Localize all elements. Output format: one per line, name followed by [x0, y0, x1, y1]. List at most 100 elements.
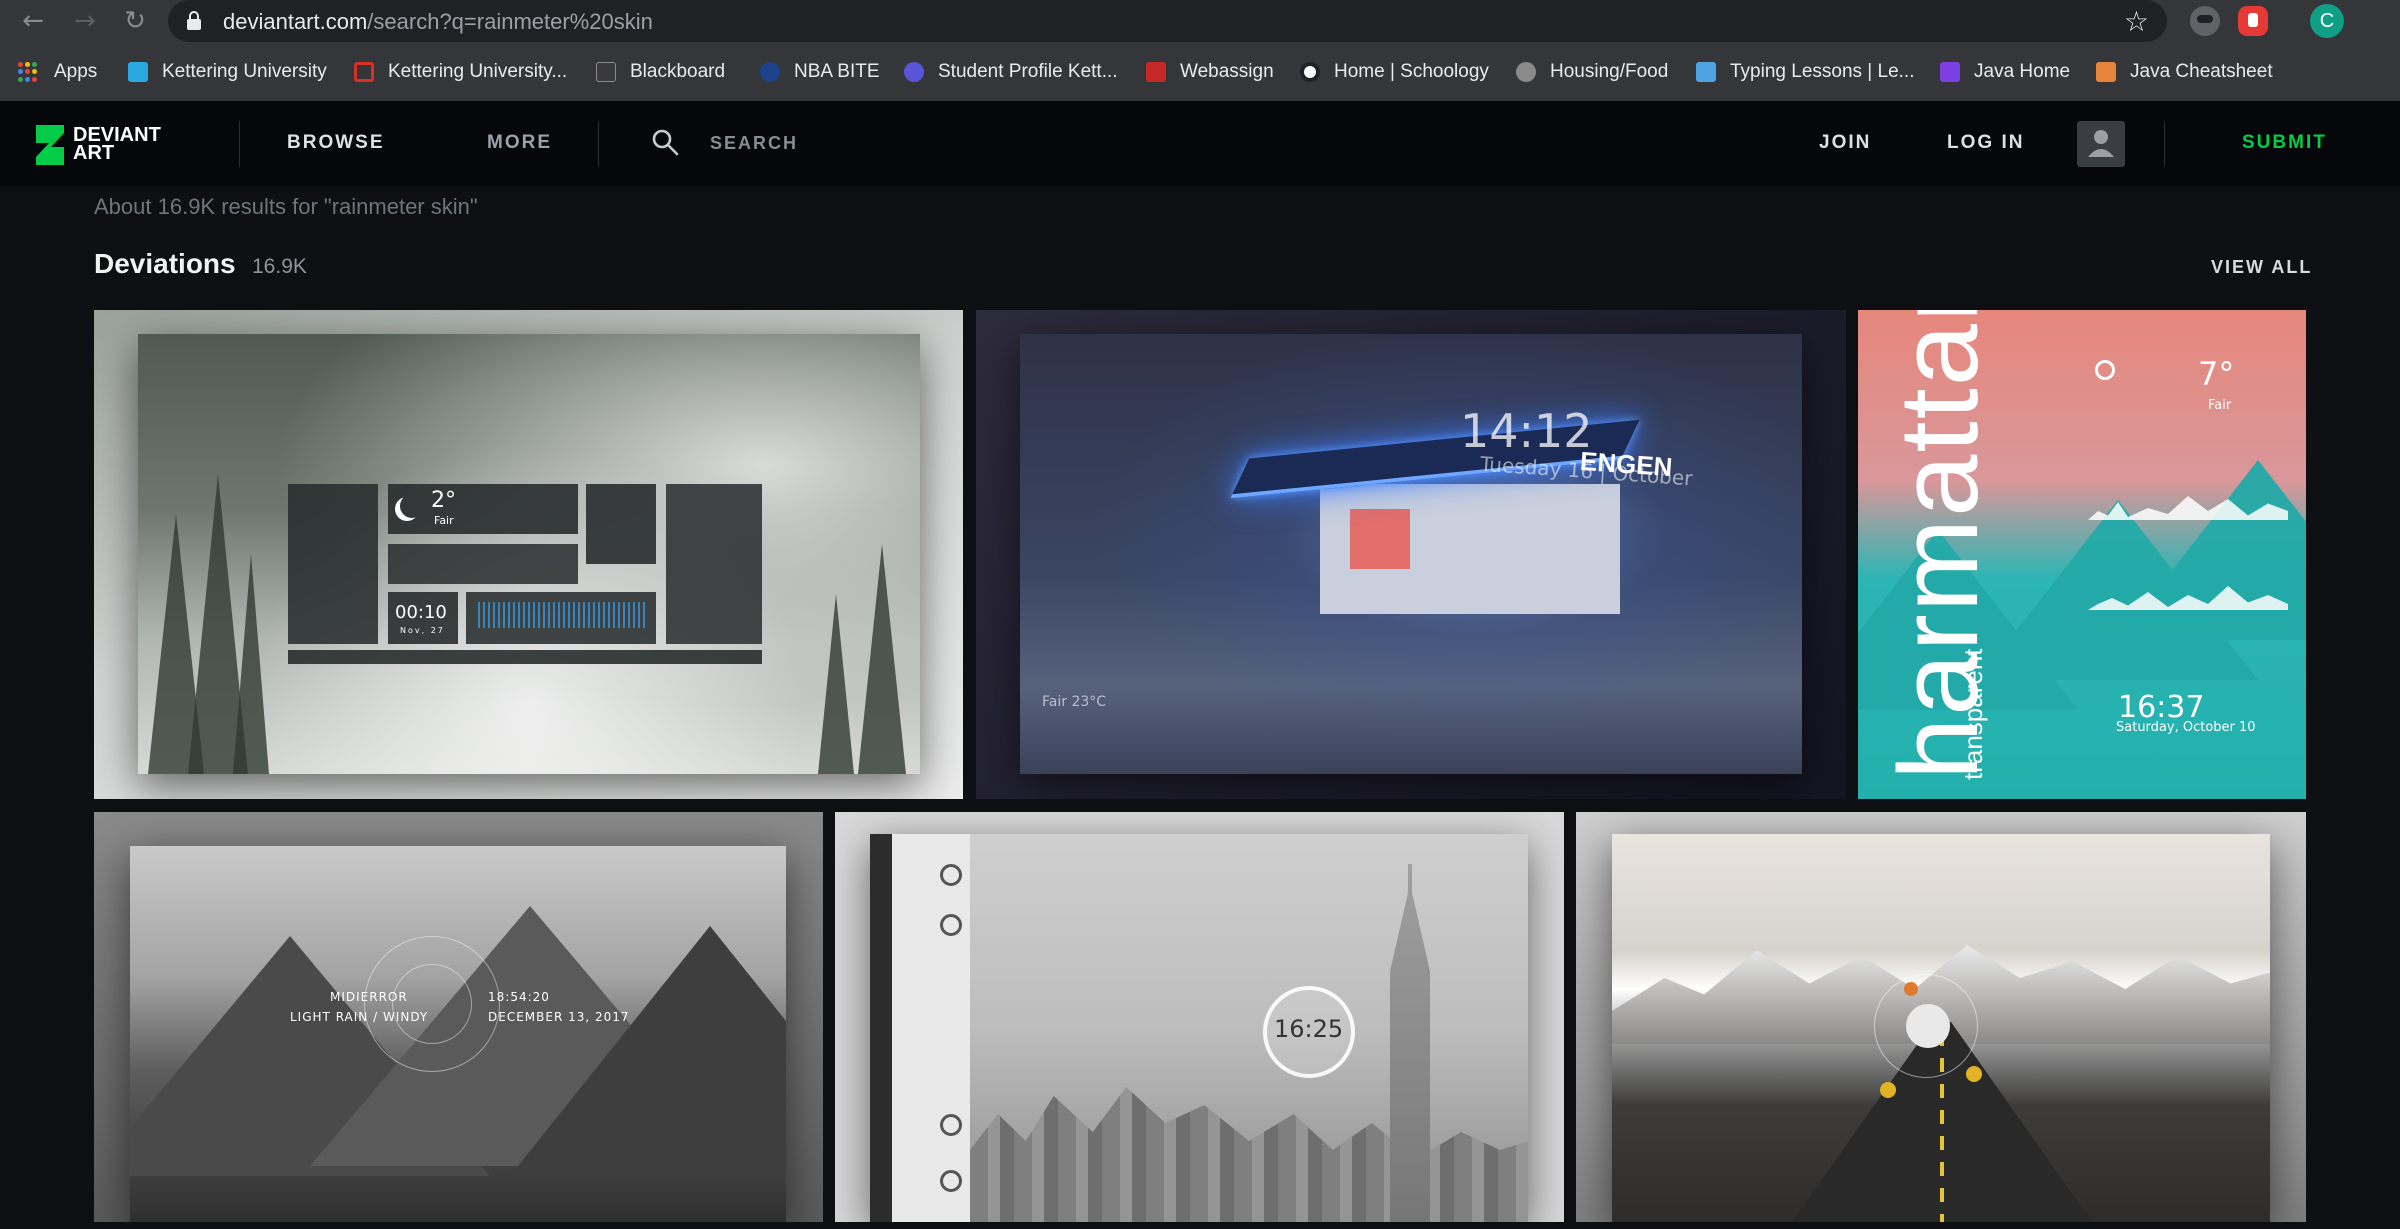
thumbnail-image [1612, 834, 2270, 1222]
browser-chrome: ← → ↻ deviantart.com/search?q=rainmeter%… [0, 0, 2400, 101]
moon-icon [400, 494, 424, 518]
view-all-link[interactable]: VIEW ALL [2211, 257, 2312, 278]
login-button[interactable]: LOG IN [1947, 132, 2024, 154]
widget-panel [666, 484, 762, 644]
reload-icon[interactable]: ↻ [120, 6, 150, 36]
bookmark-label: Kettering University [162, 61, 327, 82]
widget-panel [388, 544, 578, 584]
deviantart-logo[interactable]: DEVIANT ART [36, 123, 186, 165]
thumbnail-image: MIDIERROR LIGHT RAIN / WINDY 18:54:20 DE… [130, 846, 786, 1222]
tree-shape [233, 554, 269, 774]
city-skyline [970, 1087, 1528, 1222]
widget-clock: 16:25 [1274, 1015, 1344, 1043]
bookmark-nba-bite[interactable]: NBA BITE [760, 58, 880, 86]
submit-button[interactable]: SUBMIT [2242, 132, 2327, 154]
gauge-knob-icon [940, 864, 962, 886]
url-path: /search?q=rainmeter%20skin [367, 9, 653, 34]
incognito-extension-icon[interactable] [2190, 6, 2220, 36]
widget-date: DECEMBER 13, 2017 [488, 1010, 630, 1024]
widget-condition: Fair [2208, 398, 2232, 413]
bookmark-schoology[interactable]: Home | Schoology [1300, 58, 1489, 86]
bookmark-apps[interactable]: Apps [18, 58, 97, 86]
bookmark-label: Typing Lessons | Le... [1730, 61, 1915, 82]
widget-dot [1880, 1082, 1896, 1098]
equalizer-bars [478, 602, 648, 628]
bookmark-star-icon[interactable]: ☆ [2124, 5, 2149, 38]
bookmark-java-home[interactable]: Java Home [1940, 58, 2070, 86]
apps-grid-icon [18, 62, 38, 82]
deviation-thumbnail-harmattan[interactable]: harmattan transparent 7° Fair 16:37 Satu… [1858, 310, 2306, 799]
site-header: DEVIANT ART BROWSE MORE SEARCH JOIN LOG … [0, 101, 2400, 187]
gmail-icon [354, 62, 374, 82]
bookmark-label: Java Cheatsheet [2130, 61, 2273, 82]
deviation-thumbnail-forest[interactable]: 2° Fair 00:10 Nov, 27 [94, 310, 963, 799]
widget-weather: LIGHT RAIN / WINDY [290, 1010, 429, 1024]
browser-toolbar: ← → ↻ deviantart.com/search?q=rainmeter%… [0, 0, 2400, 42]
widget-clock: 18:54:20 [488, 990, 550, 1004]
widget-clock: 14:12 [1460, 404, 1593, 458]
bookmark-label: Blackboard [630, 61, 726, 82]
logo-wordmark: DEVIANT ART [73, 125, 161, 164]
logo-line-2: ART [73, 142, 115, 164]
bookmark-student-profile[interactable]: Student Profile Kett... [904, 58, 1118, 86]
address-bar[interactable]: deviantart.com/search?q=rainmeter%20skin… [168, 0, 2167, 42]
student-profile-icon [904, 62, 924, 82]
bookmark-typing[interactable]: Typing Lessons | Le... [1696, 58, 1915, 86]
bookmark-label: NBA BITE [794, 61, 880, 82]
bookmark-label: Home | Schoology [1334, 61, 1489, 82]
building-window [1350, 509, 1410, 569]
widget-ring [364, 936, 500, 1072]
bookmark-java-cheatsheet[interactable]: Java Cheatsheet [2096, 58, 2273, 86]
bookmark-label: Apps [54, 61, 98, 82]
deviation-thumbnail-gas-station[interactable]: ENGEN 14:12 Tuesday 16 | October Fair 23… [976, 310, 1846, 799]
url-host: deviantart.com [223, 9, 368, 34]
widget-condition: Fair [434, 514, 454, 527]
profile-avatar[interactable]: C [2310, 4, 2344, 38]
security-extension-icon[interactable] [2238, 6, 2268, 36]
bookmark-blackboard[interactable]: Blackboard [596, 58, 725, 86]
bookmark-label: Housing/Food [1550, 61, 1669, 82]
bookmark-label: Java Home [1974, 61, 2071, 82]
search-input[interactable]: SEARCH [710, 133, 798, 154]
widget-panel [586, 484, 656, 564]
typing-icon [1696, 62, 1716, 82]
forward-arrow-icon[interactable]: → [70, 6, 100, 36]
search-icon[interactable] [651, 128, 679, 156]
widget-temperature: 2° [431, 488, 456, 513]
header-divider [2164, 121, 2165, 167]
deviation-thumbnail-mountain[interactable]: MIDIERROR LIGHT RAIN / WINDY 18:54:20 DE… [94, 812, 823, 1222]
tree-shape [858, 544, 906, 774]
bookmark-kettering[interactable]: Kettering University [128, 58, 327, 86]
deviantart-logo-icon [36, 125, 64, 165]
section-title: Deviations [94, 248, 236, 279]
deviation-thumbnail-road[interactable] [1576, 812, 2306, 1222]
nba-icon [760, 62, 780, 82]
bookmark-housing[interactable]: Housing/Food [1516, 58, 1668, 86]
nav-browse[interactable]: BROWSE [287, 132, 385, 154]
join-button[interactable]: JOIN [1819, 132, 1871, 154]
blackboard-icon [596, 62, 616, 82]
bookmark-label: Student Profile Kett... [938, 61, 1118, 82]
widget-dot [1904, 982, 1918, 996]
deviation-thumbnail-city[interactable]: 16:25 [835, 812, 1564, 1222]
thumbnail-image: ENGEN 14:12 Tuesday 16 | October Fair 23… [1020, 334, 1802, 774]
bookmark-label: Kettering University... [388, 61, 568, 82]
widget-title: MIDIERROR [330, 990, 408, 1004]
header-divider [598, 121, 599, 167]
widget-panel [288, 484, 378, 644]
bookmark-kettering-mail[interactable]: Kettering University... [354, 58, 567, 86]
user-avatar-icon[interactable] [2077, 121, 2125, 167]
widget-temperature: 7° [2198, 355, 2235, 393]
kettering-icon [128, 62, 148, 82]
bookmark-webassign[interactable]: Webassign [1146, 58, 1274, 86]
thumbnail-image: 16:25 [870, 834, 1528, 1222]
java-home-icon [1940, 62, 1960, 82]
gauge-knob-icon [940, 914, 962, 936]
skin-subtitle: transparent [1958, 648, 1988, 780]
widget-center [1906, 1004, 1950, 1048]
bookmarks-bar: Apps Kettering University Kettering Univ… [0, 52, 2400, 92]
nav-more[interactable]: MORE [487, 132, 552, 154]
back-arrow-icon[interactable]: ← [18, 6, 48, 36]
header-divider [239, 121, 240, 167]
webassign-icon [1146, 62, 1166, 82]
